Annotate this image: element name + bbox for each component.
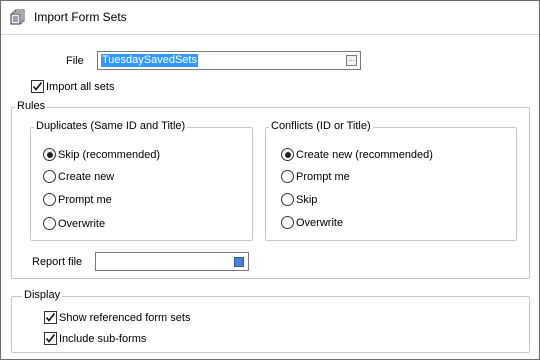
include-subforms-label: Include sub-forms — [59, 333, 147, 345]
duplicates-create-new-radio[interactable] — [43, 170, 56, 183]
report-file-label: Report file — [32, 256, 83, 268]
include-subforms-checkbox[interactable] — [44, 332, 57, 345]
conflicts-prompt-me-label: Prompt me — [296, 171, 350, 183]
report-file-input[interactable] — [95, 252, 249, 271]
show-referenced-label: Show referenced form sets — [59, 312, 191, 324]
ellipsis-browse-icon[interactable]: ... — [346, 55, 357, 66]
duplicates-skip-radio[interactable] — [43, 148, 56, 161]
display-legend: Display — [22, 289, 63, 301]
checkmark-icon — [45, 313, 56, 322]
duplicates-legend: Duplicates (Same ID and Title) — [34, 120, 188, 132]
checkmark-icon — [45, 334, 56, 343]
import-all-checkbox[interactable] — [31, 80, 44, 93]
conflicts-overwrite-radio[interactable] — [281, 216, 294, 229]
file-input-value: TuesdaySavedSets — [101, 54, 198, 67]
title-divider — [1, 34, 539, 35]
duplicates-skip-label: Skip (recommended) — [58, 149, 161, 161]
conflicts-skip-label: Skip — [296, 194, 318, 206]
file-input[interactable]: TuesdaySavedSets ... — [97, 51, 361, 70]
duplicates-overwrite-radio[interactable] — [43, 217, 56, 230]
duplicates-prompt-me-radio[interactable] — [43, 193, 56, 206]
conflicts-legend: Conflicts (ID or Title) — [269, 120, 373, 132]
window-title: Import Form Sets — [34, 10, 127, 24]
import-all-label: Import all sets — [46, 81, 115, 93]
conflicts-overwrite-label: Overwrite — [296, 217, 344, 229]
conflicts-create-new-label: Create new (recommended) — [296, 149, 433, 161]
duplicates-overwrite-label: Overwrite — [58, 218, 106, 230]
show-referenced-checkbox[interactable] — [44, 311, 57, 324]
conflicts-prompt-me-radio[interactable] — [281, 170, 294, 183]
import-form-sets-icon — [10, 9, 26, 25]
rules-legend: Rules — [15, 100, 48, 112]
duplicates-create-new-label: Create new — [58, 171, 115, 183]
title-bar: Import Form Sets — [1, 1, 539, 34]
conflicts-create-new-radio[interactable] — [281, 148, 294, 161]
browse-icon[interactable] — [234, 257, 244, 267]
file-label: File — [66, 55, 84, 67]
checkmark-icon — [32, 82, 43, 91]
duplicates-prompt-me-label: Prompt me — [58, 194, 112, 206]
conflicts-skip-radio[interactable] — [281, 193, 294, 206]
import-form-sets-dialog: Import Form Sets File TuesdaySavedSets .… — [0, 0, 540, 360]
